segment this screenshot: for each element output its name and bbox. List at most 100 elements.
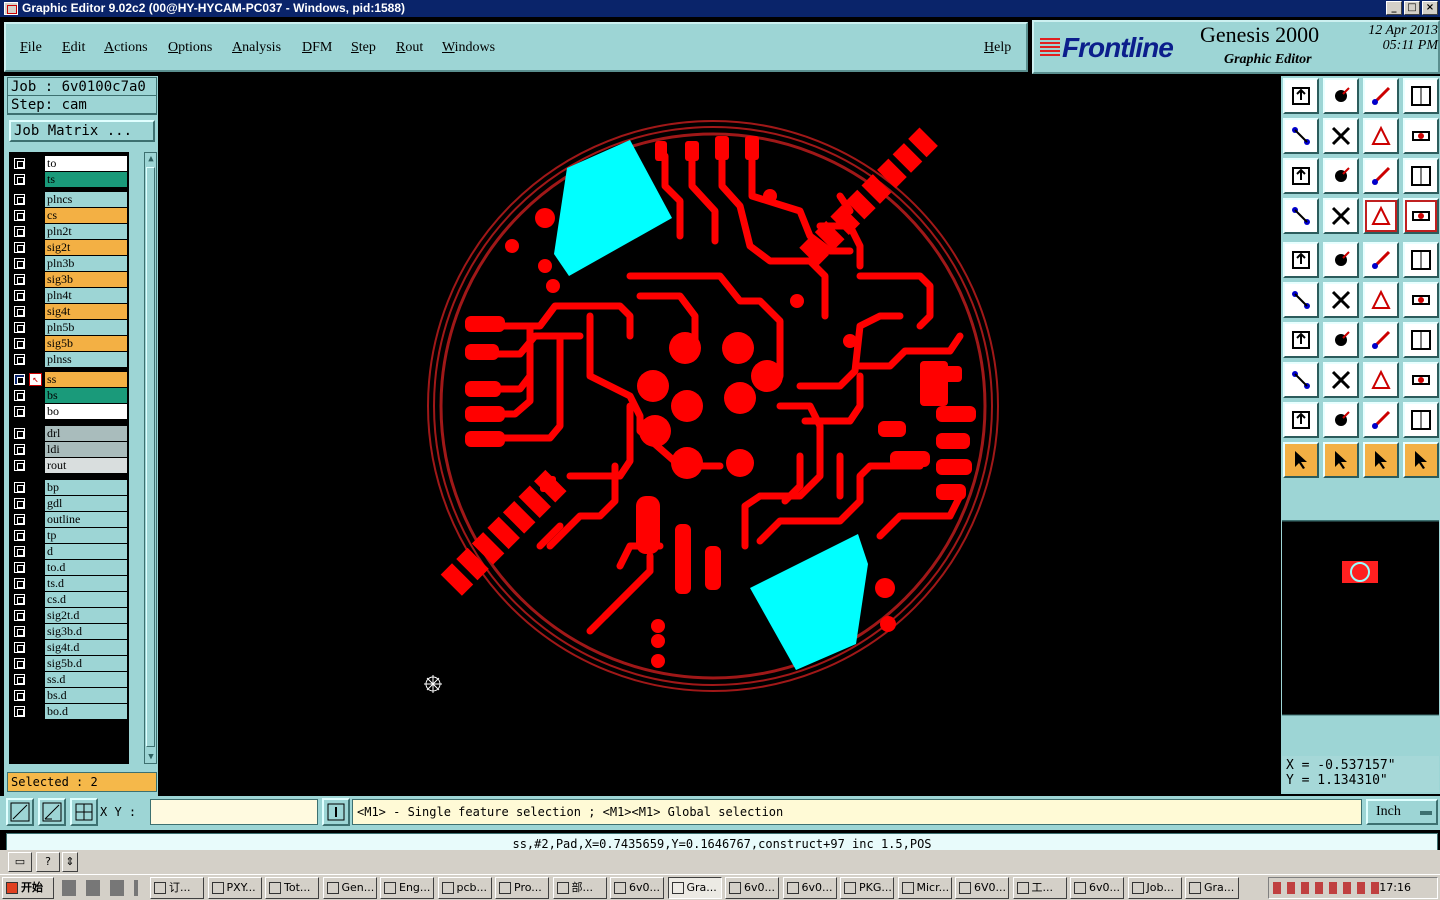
layer-name[interactable]: outline xyxy=(45,512,127,527)
layer-row[interactable]: sig4t.d xyxy=(9,640,129,655)
scroll-up-icon[interactable]: ▲ xyxy=(146,154,156,164)
overview-map[interactable] xyxy=(1282,520,1439,716)
layer-row[interactable]: cs xyxy=(9,208,129,223)
layer-row[interactable]: cs.d xyxy=(9,592,129,607)
job-matrix-button[interactable]: Job Matrix ... xyxy=(9,120,155,142)
layer-checkbox[interactable] xyxy=(14,690,25,701)
layer-name[interactable]: ts xyxy=(45,172,127,187)
layer-checkbox[interactable] xyxy=(14,530,25,541)
layer-row[interactable]: sig3b xyxy=(9,272,129,287)
pointer-plus-button[interactable] xyxy=(1363,442,1399,478)
triangle-button[interactable] xyxy=(1323,402,1359,438)
layer-checkbox[interactable] xyxy=(14,706,25,717)
layer-name[interactable]: cs.d xyxy=(45,592,127,607)
layer-name[interactable]: rout xyxy=(45,458,127,473)
layer-row[interactable]: to.d xyxy=(9,560,129,575)
layer-row[interactable]: sig4t xyxy=(9,304,129,319)
fit-screen-button[interactable] xyxy=(1283,158,1319,194)
copy-button[interactable] xyxy=(1403,282,1439,318)
layer-name[interactable]: sig5b.d xyxy=(45,656,127,671)
delete-button[interactable] xyxy=(1323,282,1359,318)
unit-selector[interactable]: Inch xyxy=(1366,799,1438,825)
print-icon[interactable]: ▭ xyxy=(8,852,32,872)
layer-checkbox[interactable] xyxy=(14,158,25,169)
taskbar-item[interactable]: 6v0... xyxy=(782,877,837,899)
layer-name[interactable]: to.d xyxy=(45,560,127,575)
layer-checkbox[interactable] xyxy=(14,578,25,589)
layer-checkbox[interactable] xyxy=(14,514,25,525)
save-button[interactable] xyxy=(1323,78,1359,114)
layer-row[interactable]: sig5b.d xyxy=(9,656,129,671)
menu-dfm[interactable]: DFM xyxy=(302,40,332,56)
layer-name[interactable]: sig3b.d xyxy=(45,624,127,639)
layer-row[interactable]: bs xyxy=(9,388,129,403)
menu-help[interactable]: Help xyxy=(984,40,1011,56)
polygon-button[interactable] xyxy=(1363,402,1399,438)
layer-name[interactable]: to xyxy=(45,156,127,171)
redraw-button[interactable] xyxy=(1403,118,1439,154)
graphic-canvas[interactable] xyxy=(160,76,1280,794)
layer-name[interactable]: sig4t xyxy=(45,304,127,319)
layer-checkbox[interactable] xyxy=(14,546,25,557)
menu-analysis[interactable]: Analysis xyxy=(232,40,281,56)
taskbar-item[interactable]: Job... xyxy=(1127,877,1182,899)
layer-row[interactable]: pln2t xyxy=(9,224,129,239)
taskbar-item[interactable]: 工... xyxy=(1012,877,1067,899)
layer-name[interactable]: bs xyxy=(45,388,127,403)
snap-button[interactable] xyxy=(1283,362,1319,398)
step-left-button[interactable] xyxy=(1283,118,1319,154)
close-button[interactable]: × xyxy=(1422,1,1438,15)
layer-row[interactable]: bs.d xyxy=(9,688,129,703)
layer-row[interactable]: tp xyxy=(9,528,129,543)
layer-name[interactable]: sig5b xyxy=(45,336,127,351)
layer-name[interactable]: sig3b xyxy=(45,272,127,287)
polygon-move-button[interactable] xyxy=(1403,402,1439,438)
arc-button[interactable] xyxy=(1363,322,1399,358)
menu-step[interactable]: Step xyxy=(351,40,376,56)
angle-button[interactable] xyxy=(1283,322,1319,358)
info-button[interactable] xyxy=(322,798,350,826)
triangle-select-button[interactable] xyxy=(1283,402,1319,438)
open-job-button[interactable] xyxy=(1283,78,1319,114)
taskbar-item[interactable]: 6v0... xyxy=(610,877,664,899)
layer-compare-button[interactable] xyxy=(1363,198,1399,234)
scroll-down-icon[interactable]: ▼ xyxy=(146,752,156,762)
pointer-button[interactable] xyxy=(1283,442,1319,478)
menu-options[interactable]: Options xyxy=(168,40,212,56)
add-pad-button[interactable] xyxy=(1283,242,1319,278)
taskbar-item[interactable]: 6v0... xyxy=(1070,877,1124,899)
taskbar-item[interactable]: Tot... xyxy=(265,877,319,899)
layer-name[interactable]: bs.d xyxy=(45,688,127,703)
taskbar-item[interactable]: PKG... xyxy=(840,877,894,899)
pointer-net-button[interactable] xyxy=(1403,442,1439,478)
layer-row[interactable]: bp xyxy=(9,480,129,495)
layer-name[interactable]: pln5b xyxy=(45,320,127,335)
layer-row[interactable]: ldi xyxy=(9,442,129,457)
layer-name[interactable]: ts.d xyxy=(45,576,127,591)
start-button[interactable]: 开始 xyxy=(2,877,54,899)
zoom-1to2-button[interactable] xyxy=(1363,158,1399,194)
home-button[interactable] xyxy=(1363,78,1399,114)
layer-checkbox[interactable] xyxy=(14,460,25,471)
layer-name[interactable]: sig2t xyxy=(45,240,127,255)
layer-name[interactable]: cs xyxy=(45,208,127,223)
layer-checkbox[interactable] xyxy=(14,210,25,221)
layer-checkbox[interactable] xyxy=(14,194,25,205)
taskbar-item[interactable]: pcb... xyxy=(437,877,492,899)
zoom-box-button[interactable] xyxy=(6,798,34,826)
pcb-drawing[interactable] xyxy=(160,76,1280,794)
layer-name[interactable]: gdl xyxy=(45,496,127,511)
layer-checkbox[interactable] xyxy=(14,594,25,605)
layer-checkbox[interactable] xyxy=(14,498,25,509)
layer-name[interactable]: drl xyxy=(45,426,127,441)
layer-row[interactable]: sig2t xyxy=(9,240,129,255)
taskbar-item[interactable]: PXY... xyxy=(207,877,262,899)
layer-row[interactable]: ↖ ss xyxy=(9,372,129,387)
layer-row[interactable]: plncs xyxy=(9,192,129,207)
taskbar-item[interactable]: Pro... xyxy=(495,877,549,899)
connect-button[interactable] xyxy=(1283,282,1319,318)
nodes-button[interactable] xyxy=(1403,362,1439,398)
taskbar-item[interactable]: Eng... xyxy=(380,877,434,899)
layer-checkbox[interactable] xyxy=(14,658,25,669)
layer-checkbox[interactable] xyxy=(14,406,25,417)
